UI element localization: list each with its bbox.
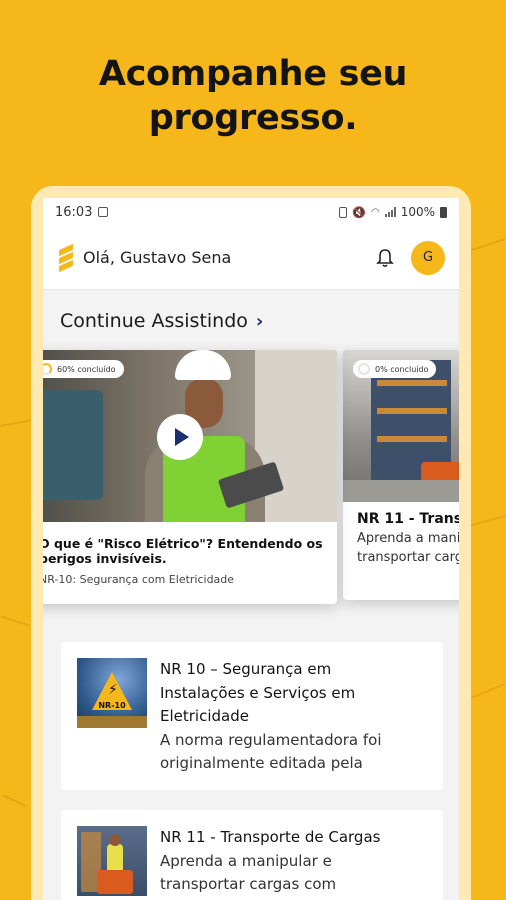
continue-watching-header[interactable]: Continue Assistindo › <box>60 310 263 332</box>
background-stroke <box>468 515 506 527</box>
video-course: NR-10: Segurança com Eletricidade <box>43 573 235 586</box>
image-icon <box>98 207 109 217</box>
video-desc: Aprenda a mani <box>357 531 459 546</box>
battery-label: 100% <box>400 205 435 219</box>
headline: Acompanhe seu progresso. <box>0 52 506 140</box>
battery-icon <box>440 206 447 218</box>
bell-icon[interactable] <box>373 246 397 270</box>
progress-label: 60% concluído <box>57 364 116 374</box>
video-title: O que é "Risco Elétrico"? Entendendo os … <box>43 536 323 566</box>
video-thumbnail: 60% concluído <box>43 350 337 522</box>
sim-icon <box>339 206 348 218</box>
signal-icon <box>384 207 396 217</box>
avatar[interactable]: G <box>411 240 445 275</box>
course-description: A norma regulamentadora foi <box>160 730 382 749</box>
course-description: Aprenda a manipular e <box>160 851 332 870</box>
play-button[interactable] <box>157 414 203 460</box>
chevron-right-icon: › <box>255 310 264 332</box>
thumb-label: NR-10 <box>98 701 126 710</box>
course-description: transportar cargas com <box>160 875 337 893</box>
course-card[interactable]: ⚡ NR-10 NR 10 – Segurança em Instalações… <box>61 642 443 790</box>
progress-label: 0% concluído <box>375 364 429 374</box>
background-stroke <box>470 683 506 699</box>
status-time: 16:03 <box>55 204 93 220</box>
section-title: Continue Assistindo <box>60 310 248 332</box>
video-thumbnail: 0% concluído <box>343 350 459 502</box>
play-icon <box>175 428 189 446</box>
video-card[interactable]: 60% concluído O que é "Risco Elétrico"? … <box>43 350 337 604</box>
mute-icon: 🔇 <box>352 205 366 219</box>
course-title: Instalações e Serviços em <box>160 683 356 702</box>
video-desc: transportar carg <box>357 550 459 565</box>
course-description: originalmente editada pela <box>160 754 363 772</box>
background-stroke <box>2 794 28 808</box>
course-thumbnail <box>77 826 147 896</box>
course-thumbnail: ⚡ NR-10 <box>77 658 147 728</box>
video-title: NR 11 - Transp <box>357 511 459 527</box>
wifi-icon: ◠ <box>370 206 380 218</box>
lightning-icon: ⚡ <box>108 682 118 698</box>
course-card[interactable]: NR 11 - Transporte de Cargas Aprenda a m… <box>61 810 443 900</box>
headline-line: progresso. <box>148 98 358 138</box>
status-bar: 16:03 🔇 ◠ 100% <box>43 198 459 226</box>
logo-icon <box>59 243 73 272</box>
course-title: NR 11 - Transporte de Cargas <box>160 828 381 846</box>
greeting: Olá, Gustavo Sena <box>83 248 232 267</box>
course-title: Eletricidade <box>160 707 249 725</box>
progress-badge: 60% concluído <box>43 360 124 378</box>
course-title: NR 10 – Segurança em <box>160 660 332 678</box>
background-stroke <box>0 419 34 427</box>
phone-screen: 16:03 🔇 ◠ 100% Olá, Gustavo Sena G Conti… <box>43 198 459 900</box>
video-card[interactable]: 0% concluído NR 11 - Transp Aprenda a ma… <box>343 350 459 600</box>
background-stroke <box>0 615 30 627</box>
headline-line: Acompanhe seu <box>98 54 408 94</box>
progress-ring-icon <box>358 363 370 375</box>
progress-badge: 0% concluído <box>353 360 437 378</box>
progress-ring-icon <box>43 363 52 375</box>
app-bar: Olá, Gustavo Sena G <box>43 226 459 290</box>
